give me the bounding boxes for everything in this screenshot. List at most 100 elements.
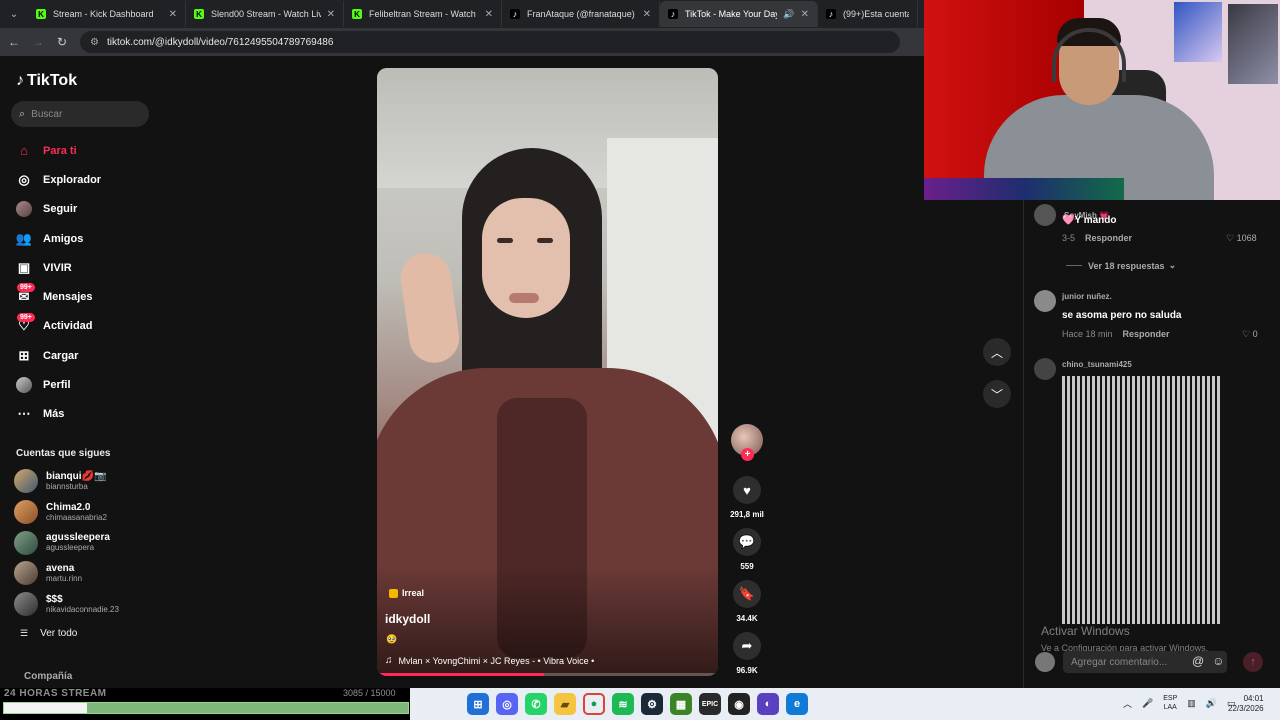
- sidebar-item-actividad[interactable]: ♡ 99+ Actividad: [0, 312, 160, 341]
- view-replies-button[interactable]: Ver 18 respuestas ⌄: [1066, 260, 1176, 271]
- stream-goal-fill: [4, 703, 88, 713]
- save-button[interactable]: 🔖: [733, 580, 761, 608]
- back-button[interactable]: ←: [2, 30, 26, 54]
- chevron-down-icon: ⌄: [1168, 260, 1177, 270]
- following-title: Cuentas que sigues: [16, 448, 111, 459]
- avatar: [1035, 652, 1055, 672]
- messages-badge: 99+: [17, 283, 35, 293]
- windows-start-icon[interactable]: ⊞: [467, 693, 489, 715]
- epic-games-icon[interactable]: EPIC: [699, 693, 721, 715]
- stream-goal-overlay: 24 HORAS STREAM 3085 / 15000: [0, 688, 410, 720]
- url-text: tiktok.com/@idkydoll/video/7612495504789…: [106, 36, 334, 48]
- sidebar-item-vivir[interactable]: ▣ VIVIR: [0, 253, 160, 282]
- profile-icon: [16, 377, 32, 394]
- microphone-icon[interactable]: 🎤: [1142, 698, 1153, 709]
- music-link[interactable]: ♫ Mvlan × YovngChimi × JC Reyes - • Vibr…: [385, 655, 594, 666]
- effect-tag[interactable]: Irreal: [389, 588, 424, 598]
- follow-plus-icon[interactable]: +: [741, 448, 754, 461]
- comment-like[interactable]: ♡ 1068: [1226, 233, 1257, 244]
- edge-icon[interactable]: e: [786, 693, 808, 715]
- sidebar-item-cargar[interactable]: ⊞ Cargar: [0, 341, 160, 370]
- browser-tab[interactable]: K Stream - Kick Dashboard ✕: [28, 1, 186, 27]
- reply-button[interactable]: Responder: [1123, 329, 1170, 339]
- avatar: [14, 469, 38, 494]
- comment-user[interactable]: chino_tsunami425: [1062, 360, 1132, 369]
- comment-user[interactable]: junior nuñez.: [1062, 292, 1112, 301]
- comment-button[interactable]: 💬: [733, 528, 761, 556]
- following-item[interactable]: Chima2.0 chimaasanabria2: [14, 497, 119, 528]
- sidebar-item-para-ti[interactable]: ⌂ Para ti: [0, 136, 160, 165]
- mention-icon[interactable]: @: [1192, 654, 1204, 668]
- steam-icon[interactable]: ⚙: [641, 693, 663, 715]
- browser-tab[interactable]: K Slend00 Stream - Watch Live on ✕: [186, 1, 344, 27]
- chevron-up-icon[interactable]: ︿: [1123, 697, 1132, 710]
- search-box[interactable]: ⌕: [11, 101, 149, 127]
- browser-tab[interactable]: K Felibeltran Stream - Watch Live ✕: [344, 1, 502, 27]
- browser-tab[interactable]: ♪ (99+)Esta cuenta es priv: [818, 1, 918, 27]
- previous-video-button[interactable]: ︿: [983, 338, 1011, 366]
- following-item[interactable]: agussleepera agussleepera: [14, 527, 119, 558]
- company-link[interactable]: Compañía: [24, 671, 72, 682]
- comment-icon: 💬: [738, 534, 756, 549]
- video-progress-fill: [377, 673, 545, 676]
- chrome-icon[interactable]: ●: [583, 693, 605, 715]
- ascii-art-comment: [1062, 376, 1222, 624]
- following-item[interactable]: avena martu.rinn: [14, 558, 119, 589]
- search-icon: ⌕: [19, 107, 26, 120]
- sidebar-item-mensajes[interactable]: ✉ 99+ Mensajes: [0, 282, 160, 311]
- reload-button[interactable]: ↻: [50, 30, 74, 54]
- sidebar-item-mas[interactable]: ⋯ Más: [0, 400, 160, 429]
- close-icon[interactable]: ✕: [801, 9, 809, 20]
- comment-like[interactable]: ♡ 0: [1242, 329, 1258, 340]
- tiktok-icon: ♪: [510, 9, 520, 19]
- webcam-overlay: [924, 0, 1280, 200]
- site-info-icon[interactable]: ⚙: [90, 37, 99, 48]
- heart-icon: ♥: [743, 482, 751, 498]
- video-author[interactable]: idkydoll: [385, 612, 430, 626]
- share-button[interactable]: ➦: [733, 632, 761, 660]
- video-player[interactable]: Irreal idkydoll 🥹 ♫ Mvlan × YovngChimi ×…: [377, 68, 718, 676]
- avatar: [14, 561, 38, 586]
- search-input[interactable]: [31, 108, 132, 120]
- sidebar-item-explorador[interactable]: ◎ Explorador: [0, 165, 160, 194]
- avatar[interactable]: [1034, 358, 1056, 380]
- clock[interactable]: 04:01 22/3/2026: [1228, 694, 1264, 714]
- whatsapp-icon[interactable]: ✆: [525, 693, 547, 715]
- avatar: [14, 500, 38, 525]
- close-icon[interactable]: ✕: [643, 9, 651, 20]
- post-comment-button[interactable]: ↑: [1243, 652, 1263, 672]
- like-button[interactable]: ♥: [733, 476, 761, 504]
- volume-icon[interactable]: 🔊: [1206, 698, 1217, 709]
- following-item[interactable]: bianqui💋📷 biannsturba: [14, 466, 119, 497]
- tab-search-button[interactable]: ⌄: [0, 0, 28, 28]
- url-field[interactable]: ⚙ tiktok.com/@idkydoll/video/76124955047…: [80, 31, 900, 53]
- tiktok-logo[interactable]: ♪ TikTok: [16, 72, 77, 90]
- next-video-button[interactable]: ﹀: [983, 380, 1011, 408]
- sidebar-nav: ⌂ Para ti ◎ Explorador Seguir 👥 Amigos ▣…: [0, 136, 160, 429]
- browser-tab-active[interactable]: ♪ TikTok - Make Your Day 🔊 ✕: [660, 1, 818, 27]
- forward-button[interactable]: →: [26, 30, 50, 54]
- following-item[interactable]: $$$ nikavidaconnadie.23: [14, 589, 119, 620]
- spotify-icon[interactable]: ≋: [612, 693, 634, 715]
- see-all-link[interactable]: ☰ Ver todo: [20, 628, 77, 639]
- folder-icon[interactable]: ▰: [554, 693, 576, 715]
- close-icon[interactable]: ✕: [169, 9, 177, 20]
- sidebar-item-seguir[interactable]: Seguir: [0, 195, 160, 224]
- compass-icon: ◎: [18, 171, 30, 187]
- speaker-icon[interactable]: 🔊: [783, 9, 794, 20]
- browser-tab[interactable]: ♪ FranAtaque (@franataque) | Tik ✕: [502, 1, 660, 27]
- network-icon[interactable]: ▥: [1187, 698, 1196, 709]
- video-progress-bar[interactable]: [377, 673, 718, 676]
- close-icon[interactable]: ✕: [485, 9, 493, 20]
- app-icon[interactable]: ◐: [757, 693, 779, 715]
- obs-icon[interactable]: ◉: [728, 693, 750, 715]
- sidebar-item-perfil[interactable]: Perfil: [0, 370, 160, 399]
- minecraft-icon[interactable]: ▦: [670, 693, 692, 715]
- emoji-icon[interactable]: ☺: [1212, 654, 1224, 668]
- discord-icon[interactable]: ◎: [496, 693, 518, 715]
- reply-button[interactable]: Responder: [1085, 233, 1132, 243]
- avatar[interactable]: [1034, 290, 1056, 312]
- sidebar-item-amigos[interactable]: 👥 Amigos: [0, 224, 160, 253]
- language-indicator[interactable]: ESP LAA: [1163, 694, 1177, 712]
- close-icon[interactable]: ✕: [327, 9, 335, 20]
